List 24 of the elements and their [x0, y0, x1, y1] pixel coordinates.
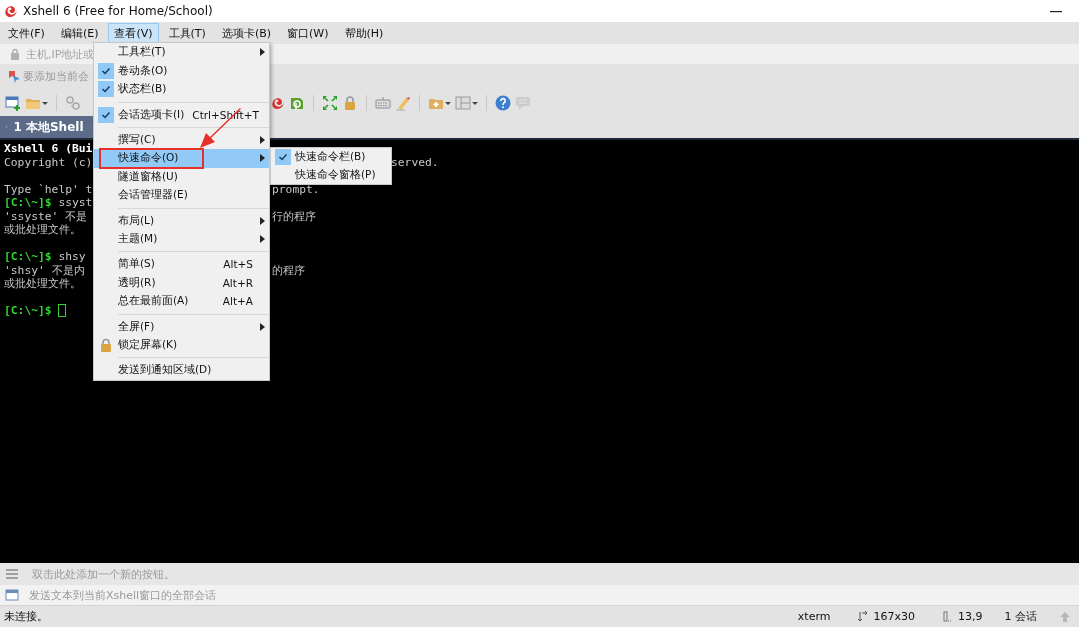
output-text: Xshell 6 (Bui — [4, 142, 93, 156]
output-text: prompt. — [272, 182, 320, 196]
prompt-text: [C:\~]$ — [4, 250, 52, 264]
output-text: served. — [391, 155, 439, 169]
terminal-size: 167x30 — [873, 610, 915, 623]
terminal-type: xterm — [797, 610, 831, 623]
output-text: 'ssyste' 不是 — [4, 209, 88, 223]
link-hint-text: 要添加当前会 — [23, 70, 89, 84]
prompt-text: [C:\~]$ — [4, 196, 52, 210]
cursor-position: 13,9 — [958, 610, 983, 623]
output-text: 或批处理文件。 — [4, 223, 81, 237]
window-title: Xshell 6 (Free for Home/School) — [23, 4, 213, 18]
output-text: Type `help' t — [4, 182, 93, 196]
output-text: 或批处理文件。 — [4, 277, 81, 291]
output-text: Copyright (c) — [4, 155, 93, 169]
output-text: 行的程序 — [272, 209, 316, 223]
compose-hint: 发送文本到当前Xshell窗口的全部会话 — [29, 587, 217, 603]
output-text: 的程序 — [272, 263, 305, 277]
command-text: shsy — [58, 250, 86, 264]
prompt-text: [C:\~]$ — [4, 304, 52, 318]
output-text: 'shsy' 不是内 — [4, 263, 85, 277]
command-text: ssyst — [58, 196, 93, 210]
session-count: 1 会话 — [1004, 609, 1037, 624]
status-message: 未连接。 — [4, 609, 48, 624]
